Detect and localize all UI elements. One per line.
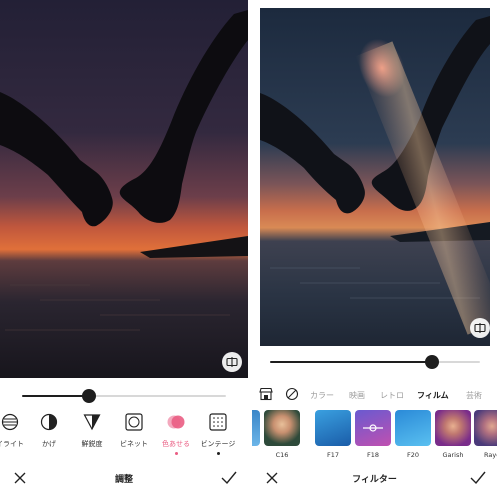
filter-thumbnail-strip: C16 F17 F18 F20 Garish Raye (252, 410, 497, 462)
tool-vignette[interactable]: ビネット (112, 410, 156, 456)
photo-preview (0, 0, 248, 378)
slider-fill (270, 361, 432, 363)
category-retro[interactable]: レトロ (380, 390, 404, 401)
screen-title: フィルター (352, 475, 397, 485)
filter-thumbnail-garish[interactable] (435, 410, 471, 446)
filter-label: Garish (442, 451, 464, 459)
adjust-tool-bar: イライト かげ 鮮鋭度 ビネット (0, 410, 248, 456)
tool-label: かげ (42, 440, 56, 448)
tool-shadow[interactable]: かげ (27, 410, 71, 456)
fade-icon (167, 415, 185, 429)
category-movie[interactable]: 映画 (349, 390, 365, 401)
photo-preview (260, 8, 490, 346)
shadow-icon (40, 413, 58, 431)
filter-screen: カラー 映画 レトロ フィルム 芸術 C16 F17 F18 F20 Garis… (252, 0, 497, 500)
tool-label: ビネット (120, 440, 148, 448)
category-film[interactable]: フィルム (417, 390, 449, 401)
filter-category-bar: カラー 映画 レトロ フィルム 芸術 (252, 382, 497, 406)
sharpness-icon (83, 414, 101, 431)
filter-label: F17 (326, 451, 339, 459)
filter-thumbnail-f18[interactable] (355, 410, 391, 446)
filter-label: F18 (366, 451, 379, 459)
filter-intensity-slider[interactable] (270, 355, 480, 369)
tool-label: ビンテージ (200, 440, 236, 448)
compare-button[interactable] (470, 318, 490, 338)
confirm-icon[interactable] (220, 470, 238, 486)
tool-label: 鮮鋭度 (81, 440, 103, 448)
selected-indicator (174, 452, 178, 455)
tool-sharpness[interactable]: 鮮鋭度 (70, 410, 114, 456)
filter-label: C16 (275, 451, 289, 459)
store-icon[interactable] (259, 387, 273, 401)
category-color[interactable]: カラー (310, 390, 334, 401)
filter-thumbnail-raye[interactable] (474, 410, 497, 446)
confirm-icon[interactable] (469, 470, 487, 486)
intensity-slider[interactable] (22, 389, 226, 403)
modified-indicator (216, 452, 220, 455)
filter-label: Raye (484, 451, 497, 459)
screen-title: 調整 (114, 475, 133, 485)
compare-button[interactable] (222, 352, 242, 372)
filter-thumbnail-f17[interactable] (315, 410, 351, 446)
filter-label: F20 (406, 451, 419, 459)
compare-icon (474, 323, 486, 333)
slider-handle[interactable] (424, 355, 439, 369)
category-art[interactable]: 芸術 (466, 390, 482, 401)
tool-label: 色あせる (162, 440, 190, 448)
vignette-icon (125, 413, 143, 431)
tool-fade[interactable]: 色あせる (154, 410, 198, 456)
bottom-bar: フィルター (252, 460, 497, 500)
tool-vintage[interactable]: ビンテージ (196, 410, 240, 456)
slider-handle[interactable] (82, 389, 97, 403)
bottom-bar: 調整 (0, 460, 248, 500)
selected-filter-adjust-icon (363, 424, 383, 432)
filter-thumbnail[interactable] (252, 410, 260, 446)
highlight-icon (1, 413, 19, 431)
slider-fill (22, 395, 90, 397)
compare-icon (226, 357, 238, 367)
no-filter-icon[interactable] (285, 387, 299, 401)
tool-label: イライト (0, 440, 24, 448)
filter-thumbnail-c16[interactable] (264, 410, 300, 446)
adjust-screen: イライト かげ 鮮鋭度 ビネット (0, 0, 248, 500)
filter-thumbnail-f20[interactable] (395, 410, 431, 446)
vintage-icon (209, 413, 227, 431)
